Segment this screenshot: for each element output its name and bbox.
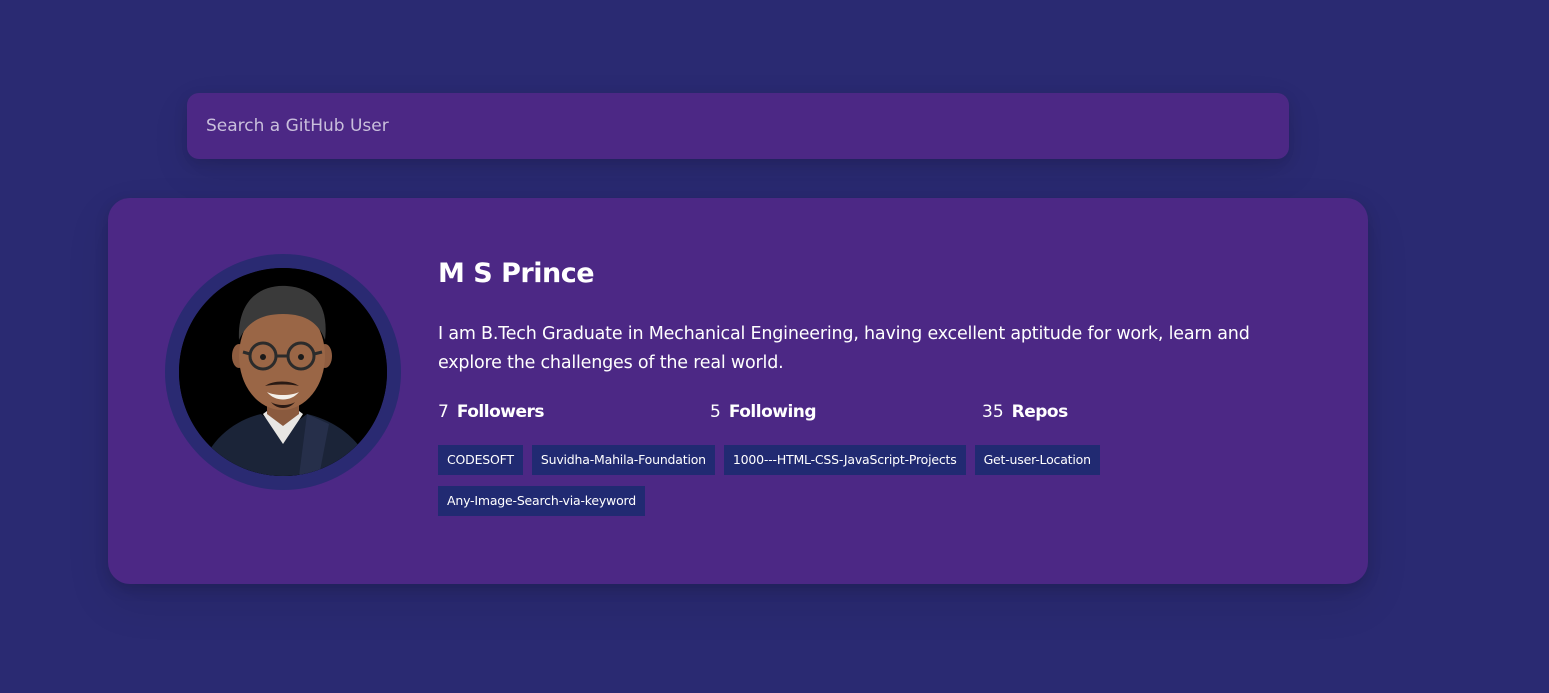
user-avatar-icon xyxy=(179,268,387,476)
repo-link-get-user-location[interactable]: Get-user-Location xyxy=(974,445,1100,475)
search-input[interactable] xyxy=(187,93,1289,159)
stat-following: 5 Following xyxy=(710,402,982,422)
repo-link-image-search[interactable]: Any-Image-Search-via-keyword xyxy=(438,486,645,516)
avatar xyxy=(165,254,401,490)
repos-count: 35 xyxy=(982,402,1004,422)
repo-link-codesoft[interactable]: CODESOFT xyxy=(438,445,523,475)
stat-followers: 7 Followers xyxy=(438,402,710,422)
repos-label: Repos xyxy=(1011,402,1069,422)
search-form xyxy=(187,93,1289,159)
followers-count: 7 xyxy=(438,402,449,422)
user-info: M S Prince I am B.Tech Graduate in Mecha… xyxy=(438,254,1298,527)
user-bio: I am B.Tech Graduate in Mechanical Engin… xyxy=(438,324,1250,373)
stat-repos: 35 Repos xyxy=(982,402,1254,422)
following-count: 5 xyxy=(710,402,721,422)
repo-link-suvidha-mahila-foundation[interactable]: Suvidha-Mahila-Foundation xyxy=(531,445,715,475)
repo-link-html-css-js-projects[interactable]: 1000---HTML-CSS-JavaScript-Projects xyxy=(723,445,966,475)
stats-list: 7 Followers 5 Following 35 Repos xyxy=(438,399,1298,425)
following-label: Following xyxy=(728,402,817,422)
followers-label: Followers xyxy=(456,402,545,422)
repo-list: CODESOFT Suvidha-Mahila-Foundation 1000-… xyxy=(438,445,1238,527)
user-card: M S Prince I am B.Tech Graduate in Mecha… xyxy=(108,198,1368,584)
user-name: M S Prince xyxy=(438,258,595,289)
